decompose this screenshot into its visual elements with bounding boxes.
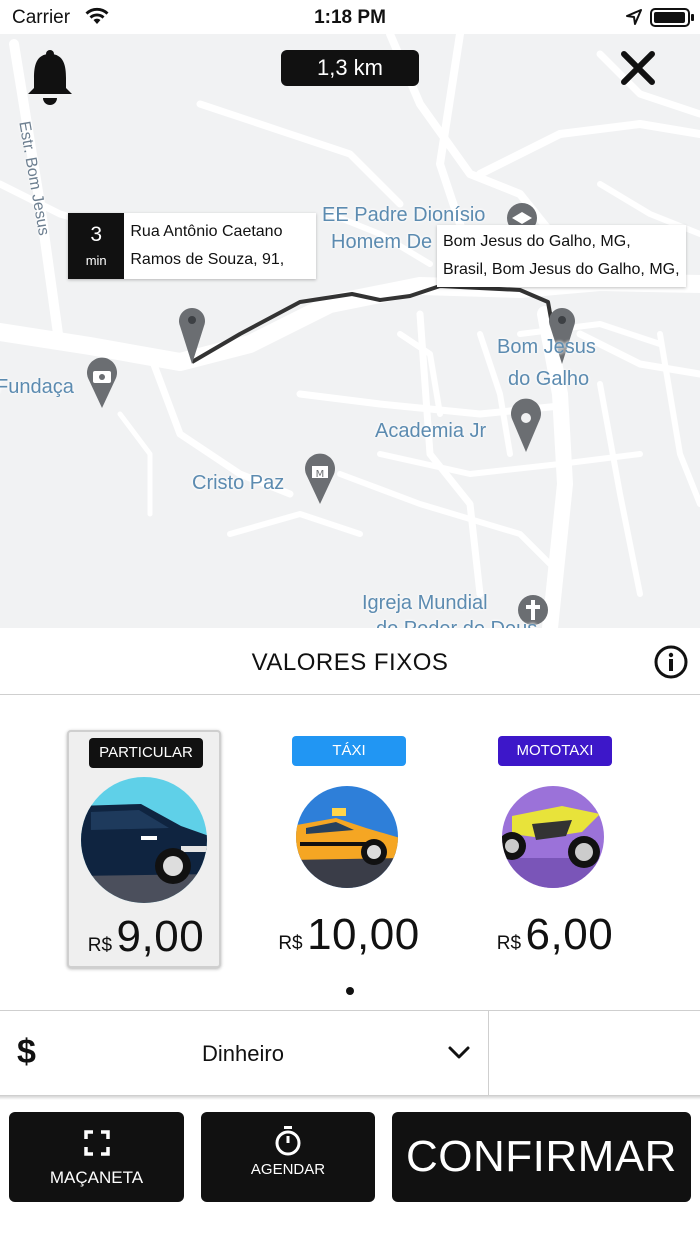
academia-pin-icon <box>511 398 542 452</box>
origin-address: Rua Antônio Caetano Ramos de Souza, 91, … <box>124 213 316 279</box>
currency-symbol: R$ <box>87 935 113 956</box>
vehicle-options: PARTICULAR R$ 9,00 TÁXI R$ 10,00 MOTOTAX… <box>0 730 700 970</box>
eta-unit: min <box>85 253 107 268</box>
distance-badge: 1,3 km <box>281 50 419 86</box>
payment-shadow <box>0 1096 700 1100</box>
vehicle-option-taxi[interactable]: TÁXI R$ 10,00 <box>272 730 426 968</box>
map-view[interactable]: M Estr. Bom Jesus EE Padre Dionísio Home… <box>0 34 700 628</box>
eta-box: 3 min <box>68 213 125 279</box>
confirm-button[interactable]: CONFIRMAR <box>392 1112 691 1202</box>
place-label: Academia Jr <box>375 420 487 442</box>
currency-symbol: R$ <box>496 933 522 954</box>
place-label: Fundaça <box>0 376 74 398</box>
schedule-button-label: AGENDAR <box>250 1161 326 1178</box>
motorcycle-icon <box>502 786 604 888</box>
price-value: 10,00 <box>307 910 420 959</box>
map-streets: M <box>0 34 700 628</box>
confirm-button-label: CONFIRMAR <box>406 1132 677 1181</box>
location-arrow-icon <box>626 9 642 25</box>
fare-sheet: VALORES FIXOS PARTICULAR R$ 9,00 TÁXI R$… <box>0 628 700 1244</box>
payment-divider <box>488 1011 489 1095</box>
svg-text:M: M <box>316 469 325 480</box>
payment-method-selector[interactable]: $ Dinheiro <box>0 1010 700 1096</box>
camera-pin-icon <box>87 357 117 408</box>
schedule-button[interactable]: AGENDAR <box>201 1112 375 1202</box>
origin-address-line2: Ramos de Souza, 91, Bom <box>130 251 285 268</box>
taxi-icon <box>296 786 398 888</box>
notification-bell-icon[interactable] <box>24 48 76 106</box>
option-price: R$ 9,00 <box>69 912 223 962</box>
sheet-header: VALORES FIXOS <box>0 628 700 695</box>
place-label: Cristo Paz <box>192 472 285 494</box>
vehicle-option-mototaxi[interactable]: MOTOTAXI R$ 6,00 <box>478 730 632 968</box>
origin-callout[interactable]: 3 min Rua Antônio Caetano Ramos de Souza… <box>68 213 316 279</box>
status-bar: Carrier 1:18 PM <box>0 0 700 34</box>
battery-icon <box>650 8 694 27</box>
sheet-title: VALORES FIXOS <box>251 649 449 676</box>
payment-method-label: Dinheiro <box>202 1041 284 1066</box>
dollar-icon: $ <box>17 1033 36 1071</box>
destination-callout[interactable]: Bom Jesus do Galho, MG, Brasil, Bom Jesu… <box>437 225 686 287</box>
handle-button-label: MAÇANETA <box>49 1168 144 1187</box>
info-icon[interactable] <box>654 645 688 679</box>
clock: 1:18 PM <box>314 7 386 28</box>
expand-icon <box>9 1130 184 1156</box>
option-badge: MOTOTAXI <box>498 736 612 766</box>
chevron-down-icon[interactable] <box>447 1045 471 1061</box>
destination-address-line2: Brasil, Bom Jesus do Galho, MG, <box>443 261 680 278</box>
price-value: 9,00 <box>116 912 205 961</box>
origin-address-line1: Rua Antônio Caetano <box>130 223 283 240</box>
place-label: EE Padre Dionísio <box>322 204 486 226</box>
currency-symbol: R$ <box>278 933 303 954</box>
stopwatch-icon <box>201 1126 375 1156</box>
vehicle-option-particular[interactable]: PARTICULAR R$ 9,00 <box>67 730 221 968</box>
place-label: Bom Jesus <box>497 336 596 358</box>
place-label: Igreja Mundial <box>362 592 488 614</box>
place-label: do Galho <box>508 368 590 390</box>
price-value: 6,00 <box>525 910 614 959</box>
close-icon[interactable] <box>620 50 656 86</box>
option-badge: TÁXI <box>292 736 406 766</box>
page-indicator-dot[interactable] <box>346 987 354 995</box>
option-badge: PARTICULAR <box>89 738 203 768</box>
handle-button[interactable]: MAÇANETA <box>9 1112 184 1202</box>
place-label: do Poder de Deus <box>376 618 537 628</box>
car-icon <box>81 777 207 903</box>
option-price: R$ 10,00 <box>272 910 426 960</box>
destination-address-line1: Bom Jesus do Galho, MG, <box>443 233 631 250</box>
museum-pin-icon: M <box>305 453 335 504</box>
eta-value: 3 <box>90 223 103 246</box>
option-price: R$ 6,00 <box>478 910 632 960</box>
place-label: Homem De <box>331 231 433 253</box>
